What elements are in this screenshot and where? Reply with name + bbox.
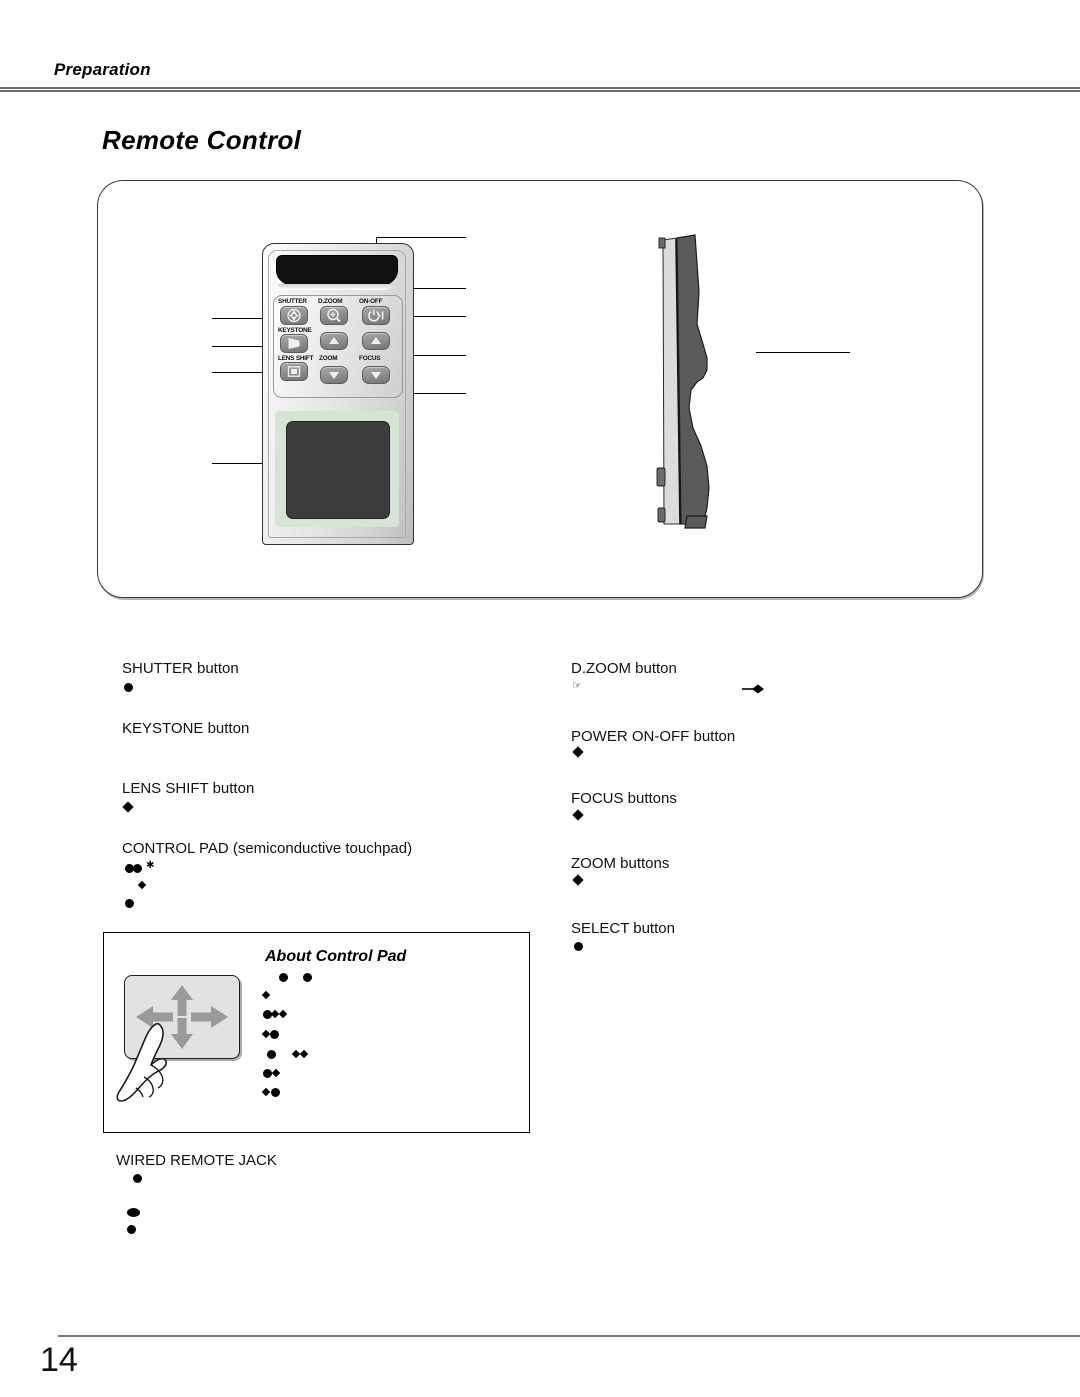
zoom-up-button[interactable] bbox=[320, 332, 348, 350]
bullet-glyph bbox=[270, 1030, 279, 1039]
diamond-glyph bbox=[572, 874, 584, 886]
lens-shift-button[interactable] bbox=[280, 362, 308, 381]
callout-select-button: SELECT button bbox=[571, 920, 675, 937]
header-rule-line-top bbox=[0, 87, 1080, 89]
bullet-glyph bbox=[271, 1088, 280, 1097]
header-rule bbox=[0, 87, 1080, 92]
keystone-trapezoid-icon bbox=[288, 337, 300, 350]
focus-up-button[interactable] bbox=[362, 332, 390, 350]
callout-focus-buttons: FOCUS buttons bbox=[571, 790, 677, 807]
bullet-glyph bbox=[303, 973, 312, 982]
pointing-hand-icon: ☞ bbox=[572, 680, 582, 692]
callout-control-pad: CONTROL PAD (semiconductive touchpad) bbox=[122, 840, 413, 857]
footer-rule bbox=[58, 1335, 1080, 1337]
control-pad-icon[interactable] bbox=[286, 421, 390, 519]
label-lens-shift: LENS SHIFT bbox=[278, 355, 314, 362]
diamond-glyph bbox=[572, 809, 584, 821]
label-focus: FOCUS bbox=[359, 355, 381, 362]
callout-zoom-buttons: ZOOM buttons bbox=[571, 855, 670, 872]
callout-wired-remote-jack: WIRED REMOTE JACK bbox=[116, 1152, 277, 1169]
bullet-glyph bbox=[574, 942, 583, 951]
label-shutter: SHUTTER bbox=[278, 298, 307, 305]
page-title: Remote Control bbox=[102, 125, 302, 155]
dzoom-button[interactable] bbox=[320, 306, 348, 325]
bullet-glyph bbox=[133, 864, 142, 873]
bullet-glyph bbox=[279, 973, 288, 982]
bullet-glyph bbox=[127, 1225, 136, 1234]
label-dzoom: D.ZOOM bbox=[318, 298, 343, 305]
magnifier-plus-icon bbox=[327, 308, 341, 323]
about-control-pad-title: About Control Pad bbox=[265, 948, 407, 965]
keystone-button[interactable] bbox=[280, 334, 308, 353]
triangle-down-icon bbox=[371, 372, 381, 379]
remote-keypad: SHUTTER D.ZOOM ON-OFF KEYSTONE LENS SHIF… bbox=[273, 295, 403, 398]
callout-power-on-off-button: POWER ON-OFF button bbox=[571, 728, 736, 745]
triangle-up-icon bbox=[371, 337, 381, 344]
infrared-emitter-icon bbox=[276, 255, 398, 287]
power-on-off-button[interactable] bbox=[362, 306, 390, 325]
asterisk-glyph: ✱ bbox=[146, 860, 155, 871]
callout-keystone-button: KEYSTONE button bbox=[122, 720, 250, 737]
bullet-glyph bbox=[267, 1050, 276, 1059]
bullet-glyph bbox=[125, 899, 134, 908]
pointing-finger-icon bbox=[108, 1018, 204, 1102]
bullet-glyph bbox=[133, 1174, 142, 1183]
triangle-up-icon bbox=[329, 337, 339, 344]
label-zoom: ZOOM bbox=[319, 355, 338, 362]
callout-dzoom-button: D.ZOOM button bbox=[571, 660, 677, 677]
bullet-glyph bbox=[124, 683, 133, 692]
callout-shutter-button: SHUTTER button bbox=[122, 660, 239, 677]
zoom-down-button[interactable] bbox=[320, 366, 348, 384]
diamond-glyph bbox=[137, 880, 147, 890]
remote-side-view bbox=[651, 232, 771, 532]
remote-front-view: SHUTTER D.ZOOM ON-OFF KEYSTONE LENS SHIF… bbox=[262, 243, 414, 545]
chapter-title: Preparation bbox=[54, 60, 151, 79]
page-number: 14 bbox=[40, 1341, 78, 1379]
header-rule-line-bottom bbox=[0, 90, 1080, 92]
shutter-button[interactable] bbox=[280, 306, 308, 325]
triangle-down-icon bbox=[329, 372, 339, 379]
power-icon bbox=[368, 309, 384, 322]
diamond-glyph bbox=[572, 746, 584, 758]
bullet-glyph bbox=[263, 1069, 272, 1078]
lens-shift-frame-icon bbox=[287, 366, 301, 377]
label-onoff: ON-OFF bbox=[359, 298, 383, 305]
iris-shutter-icon bbox=[287, 308, 301, 323]
manual-page: Preparation Remote Control SHUTTER D.ZOO… bbox=[0, 0, 1080, 1397]
emitter-sheen bbox=[278, 284, 394, 290]
callout-lens-shift-button: LENS SHIFT button bbox=[122, 780, 255, 797]
leader-line-emitter bbox=[376, 237, 466, 238]
illustration-frame bbox=[97, 180, 983, 598]
diamond-glyph bbox=[122, 801, 134, 813]
bullet-glyph bbox=[127, 1208, 140, 1217]
focus-down-button[interactable] bbox=[362, 366, 390, 384]
label-keystone: KEYSTONE bbox=[278, 327, 312, 334]
arrow-diamond-glyph bbox=[742, 681, 768, 694]
